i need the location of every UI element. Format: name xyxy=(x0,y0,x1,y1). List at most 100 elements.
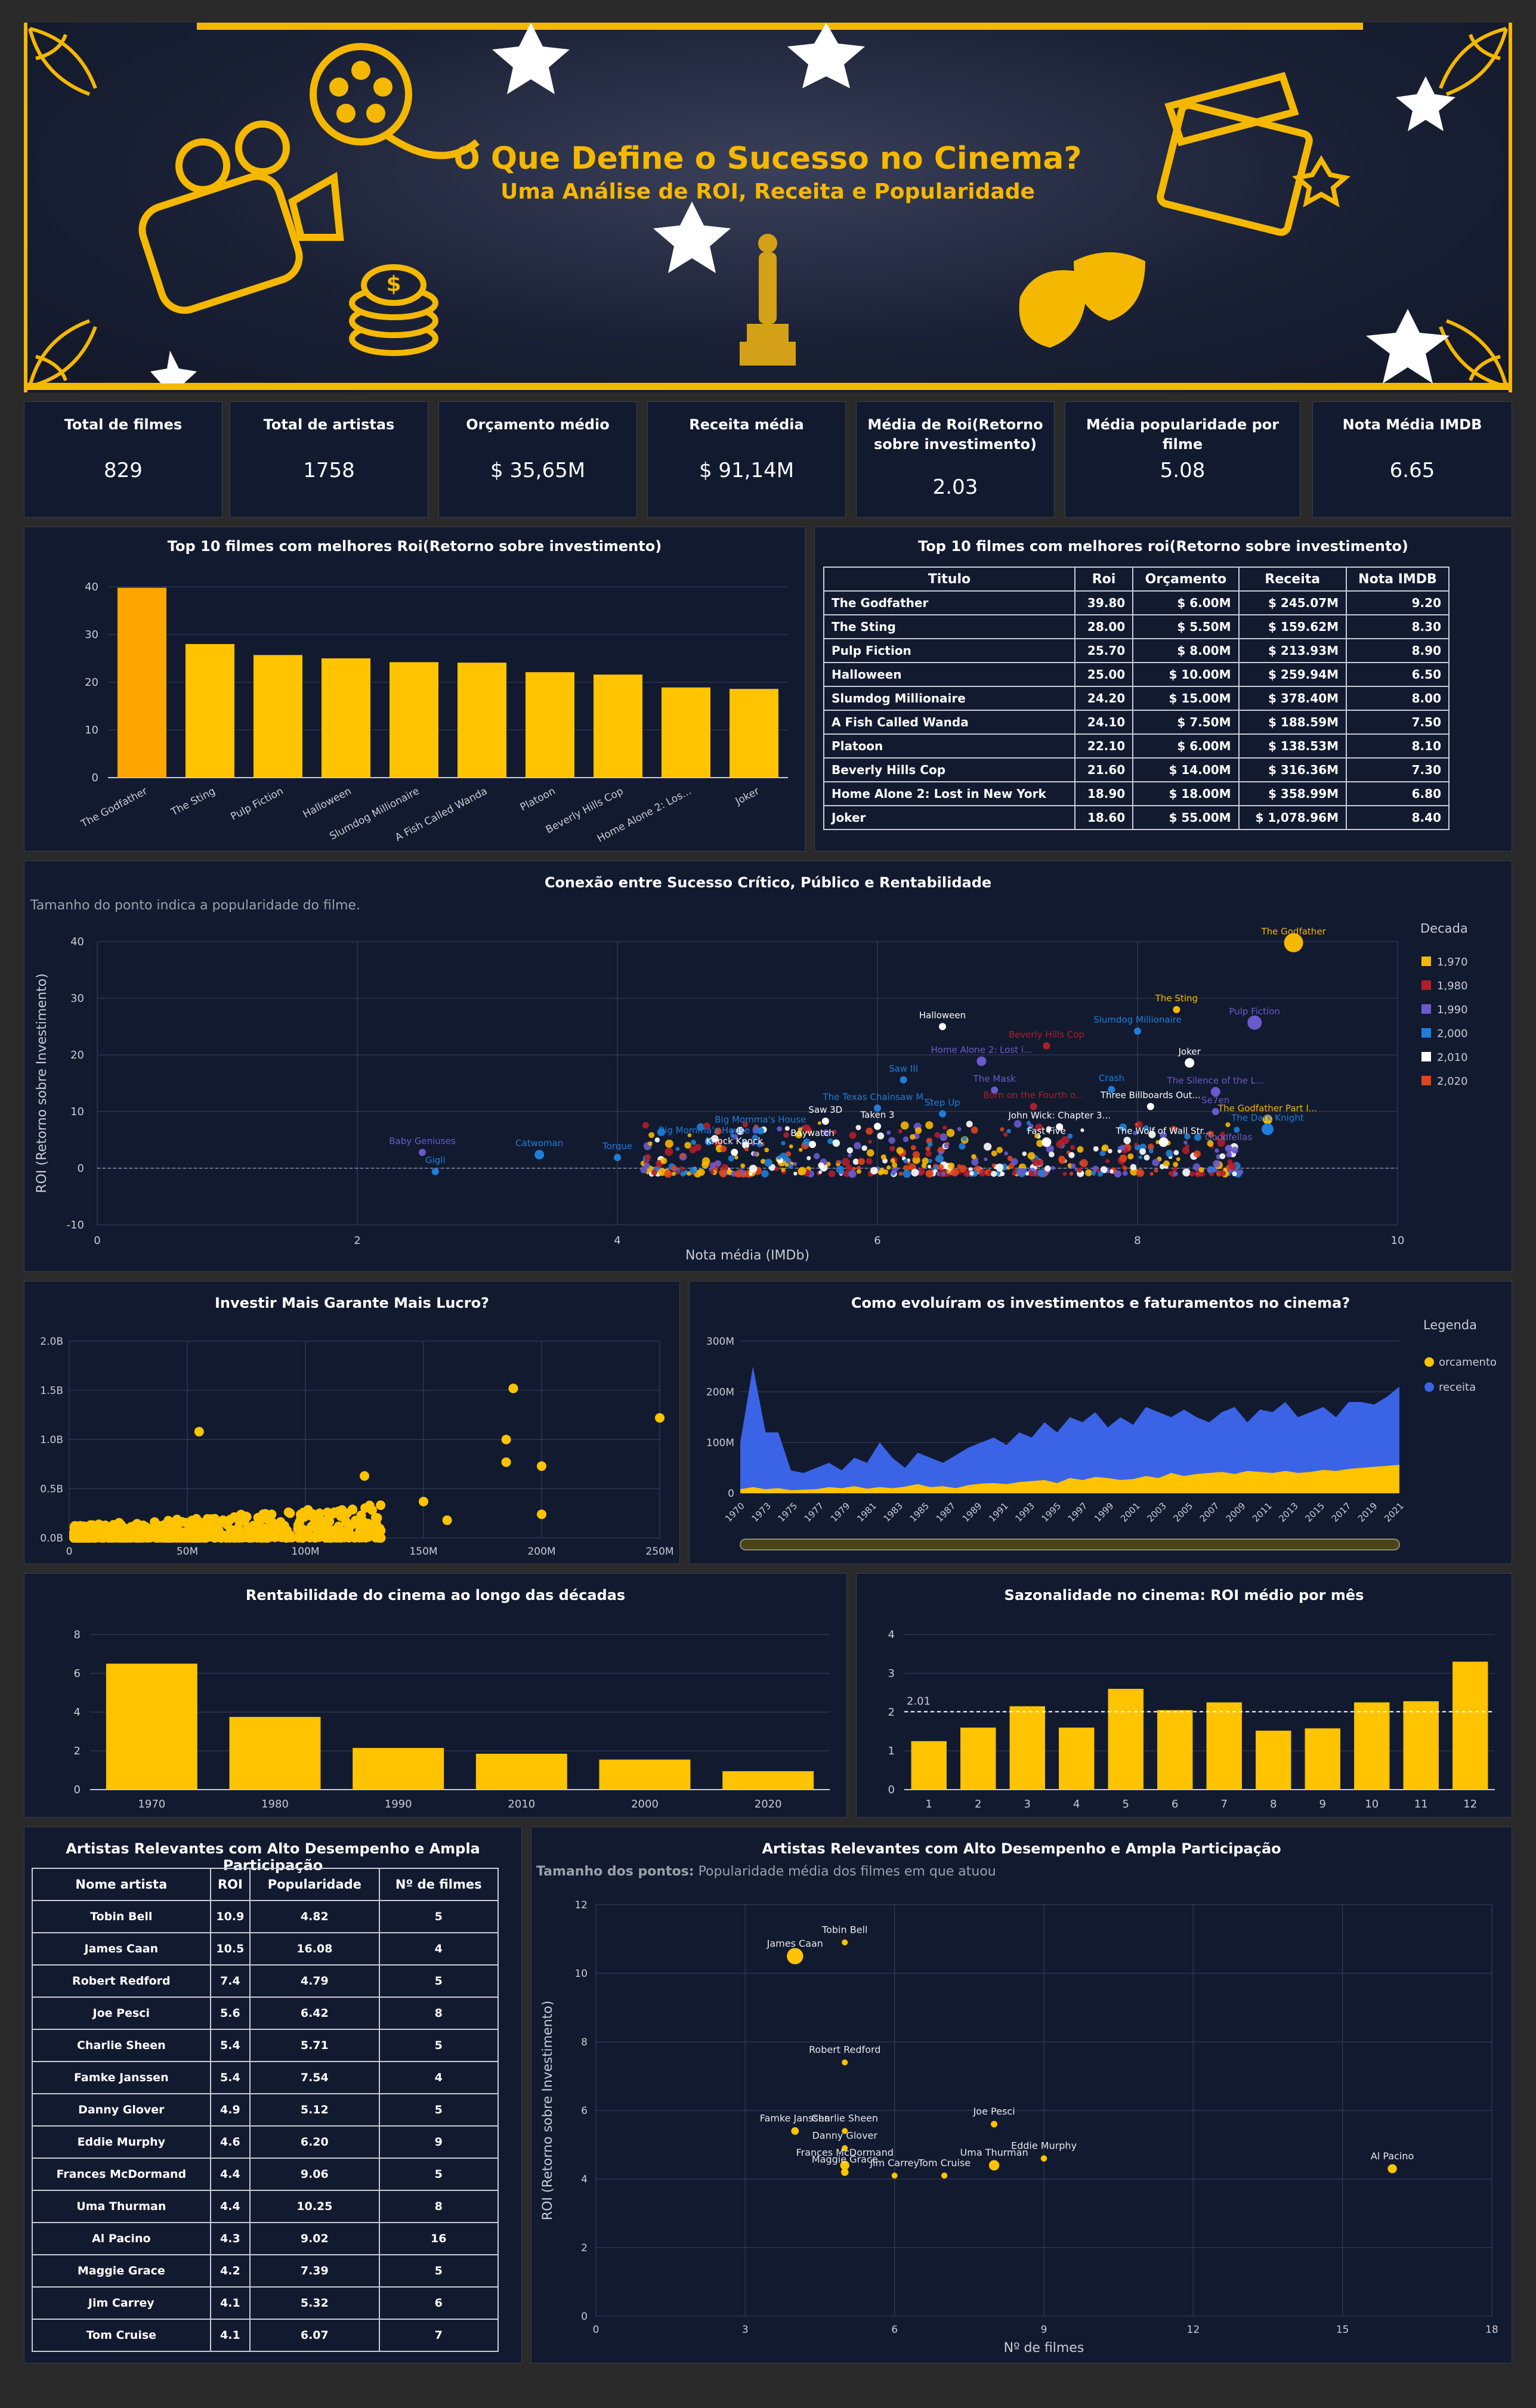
scatter-point xyxy=(988,2160,1000,2171)
table-cell: 25.70 xyxy=(1074,638,1134,663)
scatter-point xyxy=(1080,1128,1084,1132)
scatter-point xyxy=(841,1157,850,1166)
point-label: Uma Thurman xyxy=(960,2147,1028,2158)
table-cell: Beverly Hills Cop xyxy=(823,757,1075,782)
point-label: Danny Glover xyxy=(812,2130,877,2141)
budget-scatter-panel: Investir Mais Garante Mais Lucro? 0 50M 10… xyxy=(24,1281,680,1564)
scatter-point xyxy=(832,1139,840,1147)
scatter-point xyxy=(984,1143,992,1151)
scatter-point xyxy=(675,1147,680,1152)
scatter-point xyxy=(228,1533,238,1543)
y-tick-label: 1.5B xyxy=(40,1385,63,1397)
scatter-point xyxy=(734,1170,743,1178)
table-cell: Joker xyxy=(823,805,1075,830)
scatter-point xyxy=(74,1521,84,1531)
table-cell: 24.10 xyxy=(1074,710,1134,735)
kpi-value: $ 35,65M xyxy=(490,459,586,482)
bar xyxy=(1354,1702,1390,1790)
scatter-point xyxy=(1028,1171,1035,1177)
top-roi-bar-chart: 0 10 20 30 40 The Godfather The Sting Pulp Fict… xyxy=(79,581,788,845)
range-slider xyxy=(740,1539,1400,1550)
table-cell: 22.10 xyxy=(1074,733,1134,759)
scatter-point xyxy=(877,1132,885,1140)
table-header-row: Titulo Roi Orçamento Receita Nota IMDB xyxy=(823,567,1450,592)
table-cell: 4.2 xyxy=(209,2254,251,2288)
point-label: The Sting xyxy=(1155,993,1198,1004)
scatter-point xyxy=(1149,1172,1154,1176)
y-tick-label: 0 xyxy=(728,1488,734,1500)
x-tick-label: 12 xyxy=(1187,2324,1200,2336)
x-tick-label: 3 xyxy=(1024,1798,1031,1810)
table-header-cell: Nome artista xyxy=(32,1868,211,1901)
banner-art: $ O Que Define o Sucesso no Cinema? Uma … xyxy=(24,23,1512,392)
table-cell: Jim Carrey xyxy=(32,2286,211,2320)
x-axis-title: Nº de filmes xyxy=(1004,2341,1084,2356)
scatter-point xyxy=(969,1171,974,1176)
scatter-point xyxy=(1122,1171,1128,1176)
scatter-point xyxy=(1114,1170,1122,1178)
legend-swatch xyxy=(1421,1052,1431,1061)
y-tick-label: 4 xyxy=(74,1706,81,1719)
table-cell: The Godfather xyxy=(823,590,1075,615)
table-cell: 4.3 xyxy=(209,2222,251,2255)
x-tick-label: 1993 xyxy=(1013,1500,1037,1524)
x-tick-label: 8 xyxy=(1270,1798,1277,1810)
table-cell: 7.54 xyxy=(249,2061,380,2094)
scatter-point xyxy=(268,1525,278,1535)
scatter-point xyxy=(1143,1155,1150,1161)
scatter-point xyxy=(431,1168,439,1175)
legend-swatch xyxy=(1421,1076,1431,1085)
scatter-point xyxy=(798,1166,806,1175)
bar xyxy=(321,658,371,778)
kpi-card-3: Receita média $ 91,14M xyxy=(647,401,846,518)
x-tick-label: 1987 xyxy=(934,1500,958,1524)
decade-bar-chart: 0 2 4 6 8 1970 1980 1990 2010 2000 2020 xyxy=(74,1629,830,1810)
table-cell: Joe Pesci xyxy=(32,1997,211,2030)
point-label: Joe Pesci xyxy=(973,2106,1015,2117)
point-label: Saw III xyxy=(889,1063,918,1074)
scatter-point xyxy=(1213,1160,1220,1168)
table-cell: 8 xyxy=(378,1997,499,2030)
scatter-point xyxy=(927,1165,932,1169)
table-cell: 7.50 xyxy=(1346,710,1450,735)
kpi-label: Receita média xyxy=(689,416,804,433)
banner-subtitle: Uma Análise de ROI, Receita e Popularida… xyxy=(500,179,1035,204)
table-cell: Famke Janssen xyxy=(32,2061,211,2094)
point-label: The Godfather xyxy=(1260,926,1326,937)
x-tick-label: 6 xyxy=(1172,1798,1178,1810)
budget-scatter-chart: 0 50M 100M 150M 200M 250M 0.0B 0.5B 1.0B 1.5B 2.0B xyxy=(40,1336,673,1558)
table-cell: Halloween xyxy=(823,662,1075,687)
scatter-point xyxy=(793,1162,798,1166)
kpi-label: Nota Média IMDB xyxy=(1342,416,1482,433)
x-tick-label: 1977 xyxy=(802,1500,826,1524)
x-tick-label: 2021 xyxy=(1382,1500,1406,1524)
table-cell: Pulp Fiction xyxy=(823,638,1075,663)
scatter-point xyxy=(1146,1103,1154,1110)
scatter-point xyxy=(1123,1166,1128,1171)
scatter-point xyxy=(948,1162,955,1169)
table-row: Eddie Murphy 4.6 6.20 9 xyxy=(32,2125,499,2159)
table-cell: 10.25 xyxy=(249,2190,380,2223)
kpi-value: 2.03 xyxy=(932,475,978,499)
top-roi-bar-panel: Top 10 filmes com melhores Roi(Retorno s… xyxy=(24,527,805,852)
scatter-point xyxy=(910,1134,916,1140)
scatter-point xyxy=(654,1137,660,1143)
scatter-point xyxy=(1136,1169,1145,1177)
scatter-point xyxy=(1077,1167,1083,1173)
scatter-point xyxy=(89,1533,100,1543)
table-cell: A Fish Called Wanda xyxy=(823,710,1075,735)
y-tick-label: 2 xyxy=(888,1706,895,1719)
scatter-point xyxy=(886,1165,891,1170)
table-cell: $ 245.07M xyxy=(1238,590,1348,615)
y-tick-label: 0 xyxy=(78,1162,84,1175)
y-tick-label: 20 xyxy=(70,1049,84,1061)
scatter-point xyxy=(947,1169,951,1174)
scatter-point xyxy=(1062,1171,1067,1177)
x-tick-label: 9 xyxy=(1319,1798,1326,1810)
table-cell: $ 159.62M xyxy=(1238,614,1348,639)
x-tick-label: 0 xyxy=(94,1234,100,1247)
table-header-cell: Nº de filmes xyxy=(378,1868,499,1901)
scatter-point xyxy=(787,1948,803,1964)
bar xyxy=(729,689,779,778)
scatter-point xyxy=(1056,1140,1064,1149)
